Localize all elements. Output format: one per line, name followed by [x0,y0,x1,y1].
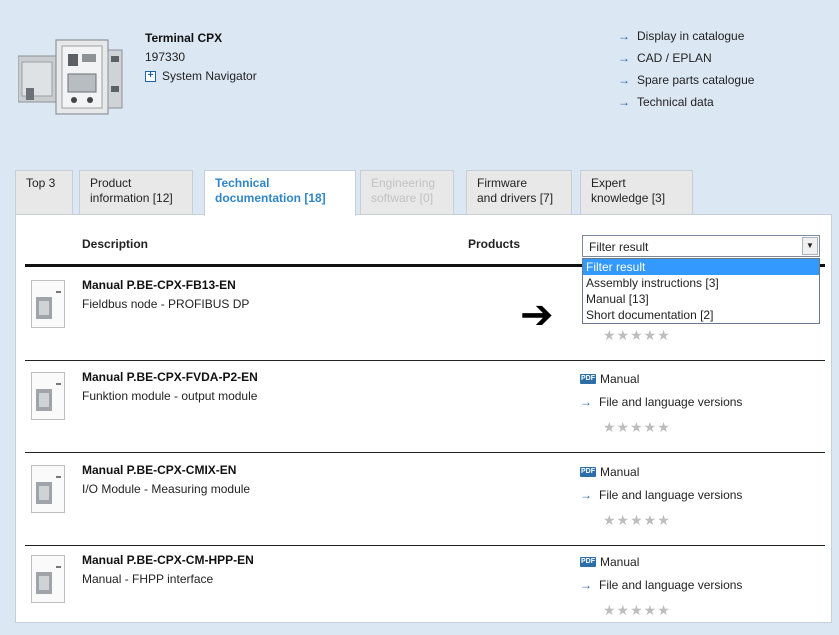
link-technical-data[interactable]: → Technical data [618,92,754,112]
file-and-language-versions-link[interactable]: → File and language versions [580,488,742,502]
system-navigator-label: System Navigator [162,69,257,83]
rating-stars[interactable]: ★★★★★ [603,327,671,344]
arrow-right-icon: → [618,51,630,65]
pdf-icon: PDF [580,467,596,477]
tab-top-3[interactable]: Top 3 [15,170,73,214]
document-thumbnail [31,555,65,603]
document-subtitle: Fieldbus node - PROFIBUS DP [82,297,250,311]
filter-dropdown-list: Filter result Assembly instructions [3] … [582,258,820,324]
filter-option-assembly-instructions[interactable]: Assembly instructions [3] [583,275,819,291]
file-and-language-versions-link[interactable]: → File and language versions [580,395,742,409]
filter-option-short-documentation[interactable]: Short documentation [2] [583,307,819,323]
pdf-icon: PDF [580,374,596,384]
link-cad-eplan[interactable]: → CAD / EPLAN [618,48,754,68]
tab-expert-knowledge[interactable]: Expert knowledge [3] [580,170,693,214]
document-subtitle: Funktion module - output module [82,389,258,403]
file-and-language-versions-link[interactable]: → File and language versions [580,578,742,592]
arrow-right-icon: → [618,29,630,43]
arrow-right-icon: → [580,395,592,409]
tab-firmware-and-drivers[interactable]: Firmware and drivers [7] [466,170,572,214]
document-title[interactable]: Manual P.BE-CPX-FVDA-P2-EN [82,370,258,384]
filter-selected-value: Filter result [589,240,649,254]
tab-product-information[interactable]: Product information [12] [79,170,193,214]
column-header-description: Description [82,237,149,251]
pdf-manual-link[interactable]: PDF Manual [580,555,639,569]
tab-engineering-software: Engineering software [0] [360,170,454,214]
product-title: Terminal CPX [145,31,223,45]
tab-technical-documentation[interactable]: Technical documentation [18] [204,170,356,216]
product-number: 197330 [145,50,186,64]
document-title[interactable]: Manual P.BE-CPX-CM-HPP-EN [82,553,254,567]
document-thumbnail [31,465,65,513]
document-thumbnail [31,280,65,328]
column-header-products: Products [468,237,521,251]
link-display-in-catalogue[interactable]: → Display in catalogue [618,26,754,46]
document-title[interactable]: Manual P.BE-CPX-FB13-EN [82,278,236,292]
arrow-right-icon: → [618,95,630,109]
document-subtitle: I/O Module - Measuring module [82,482,251,496]
arrow-right-icon: → [618,73,630,87]
document-row: Manual P.BE-CPX-CM-HPP-EN Manual - FHPP … [25,543,825,635]
link-spare-parts-catalogue[interactable]: → Spare parts catalogue [618,70,754,90]
product-links: → Display in catalogue → CAD / EPLAN → S… [618,26,754,114]
chevron-down-icon[interactable]: ▼ [802,237,818,255]
document-thumbnail [31,372,65,420]
expand-icon: + [145,70,156,82]
product-image [17,26,126,122]
pdf-manual-link[interactable]: PDF Manual [580,465,639,479]
filter-option-filter-result[interactable]: Filter result [583,259,819,275]
document-row: Manual P.BE-CPX-FVDA-P2-EN Funktion modu… [25,360,825,453]
pdf-manual-link[interactable]: PDF Manual [580,372,639,386]
filter-select[interactable]: Filter result ▼ [582,235,820,257]
arrow-right-icon: → [580,578,592,592]
rating-stars[interactable]: ★★★★★ [603,602,671,619]
pdf-icon: PDF [580,557,596,567]
system-navigator-link[interactable]: + System Navigator [145,69,257,83]
rating-stars[interactable]: ★★★★★ [603,512,671,529]
document-title[interactable]: Manual P.BE-CPX-CMIX-EN [82,463,236,477]
filter-option-manual[interactable]: Manual [13] [583,291,819,307]
arrow-right-icon: → [580,488,592,502]
product-header: Terminal CPX 197330 + System Navigator →… [0,0,839,170]
rating-stars[interactable]: ★★★★★ [603,419,671,436]
document-row: Manual P.BE-CPX-CMIX-EN I/O Module - Mea… [25,453,825,546]
document-subtitle: Manual - FHPP interface [82,572,214,586]
